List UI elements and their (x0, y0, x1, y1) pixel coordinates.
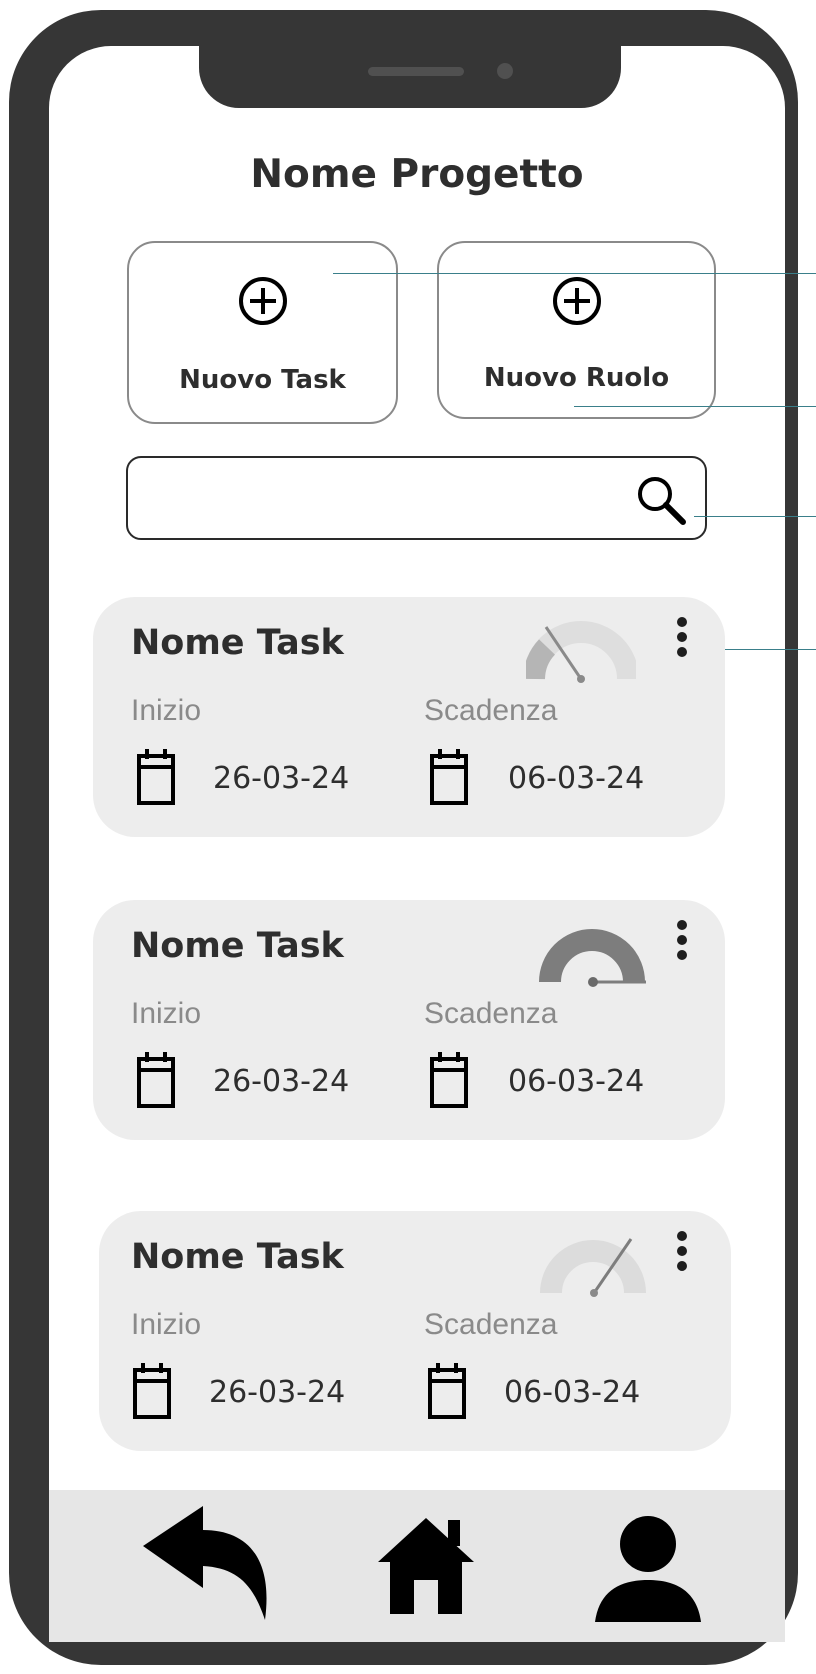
gauge-low-icon (526, 621, 636, 683)
calendar-icon (430, 1052, 468, 1108)
due-date: 06-03-24 (508, 761, 645, 796)
due-label: Scadenza (424, 1308, 558, 1341)
front-camera (497, 63, 513, 79)
start-date: 26-03-24 (213, 761, 350, 796)
plus-circle-icon (238, 277, 287, 325)
start-date: 26-03-24 (209, 1375, 346, 1410)
speaker-grille (368, 67, 464, 76)
calendar-icon (430, 749, 468, 805)
more-options-icon[interactable] (677, 1231, 687, 1276)
due-date: 06-03-24 (504, 1375, 641, 1410)
calendar-icon (428, 1363, 466, 1419)
gauge-high-icon (540, 1238, 646, 1297)
start-label: Inizio (131, 1308, 202, 1341)
task-name: Nome Task (131, 926, 344, 966)
gauge-full-icon (539, 929, 646, 987)
task-card[interactable]: Nome Task Inizio Scadenza 26-03-24 06-03… (99, 1211, 731, 1451)
bottom-nav (49, 1490, 785, 1642)
start-label: Inizio (131, 694, 202, 727)
home-icon[interactable] (376, 1514, 476, 1618)
new-role-button[interactable]: Nuovo Ruolo (437, 241, 716, 419)
calendar-icon (133, 1363, 171, 1419)
search-icon[interactable] (633, 472, 689, 528)
callout-line-new-task (333, 273, 816, 274)
task-name: Nome Task (131, 1237, 344, 1277)
phone-notch (199, 46, 621, 108)
more-options-icon[interactable] (677, 617, 687, 662)
callout-line-search (694, 516, 816, 517)
task-card[interactable]: Nome Task Inizio Scadenza 26-03-24 06-03… (93, 900, 725, 1140)
due-date: 06-03-24 (508, 1064, 645, 1099)
due-label: Scadenza (424, 694, 558, 727)
calendar-icon (137, 1052, 175, 1108)
start-label: Inizio (131, 997, 202, 1030)
task-card[interactable]: Nome Task Inizio Scadenza 26-03-24 06-03… (93, 597, 725, 837)
user-icon[interactable] (593, 1514, 703, 1626)
due-label: Scadenza (424, 997, 558, 1030)
new-task-label: Nuovo Task (179, 365, 346, 395)
start-date: 26-03-24 (213, 1064, 350, 1099)
search-input[interactable] (126, 456, 707, 540)
page-title: Nome Progetto (250, 152, 584, 197)
task-name: Nome Task (131, 623, 344, 663)
calendar-icon (137, 749, 175, 805)
callout-line-new-role (574, 406, 816, 407)
new-task-button[interactable]: Nuovo Task (127, 241, 398, 424)
new-role-label: Nuovo Ruolo (483, 363, 670, 393)
plus-circle-icon (552, 277, 601, 325)
back-arrow-icon[interactable] (141, 1504, 281, 1620)
more-options-icon[interactable] (677, 920, 687, 965)
